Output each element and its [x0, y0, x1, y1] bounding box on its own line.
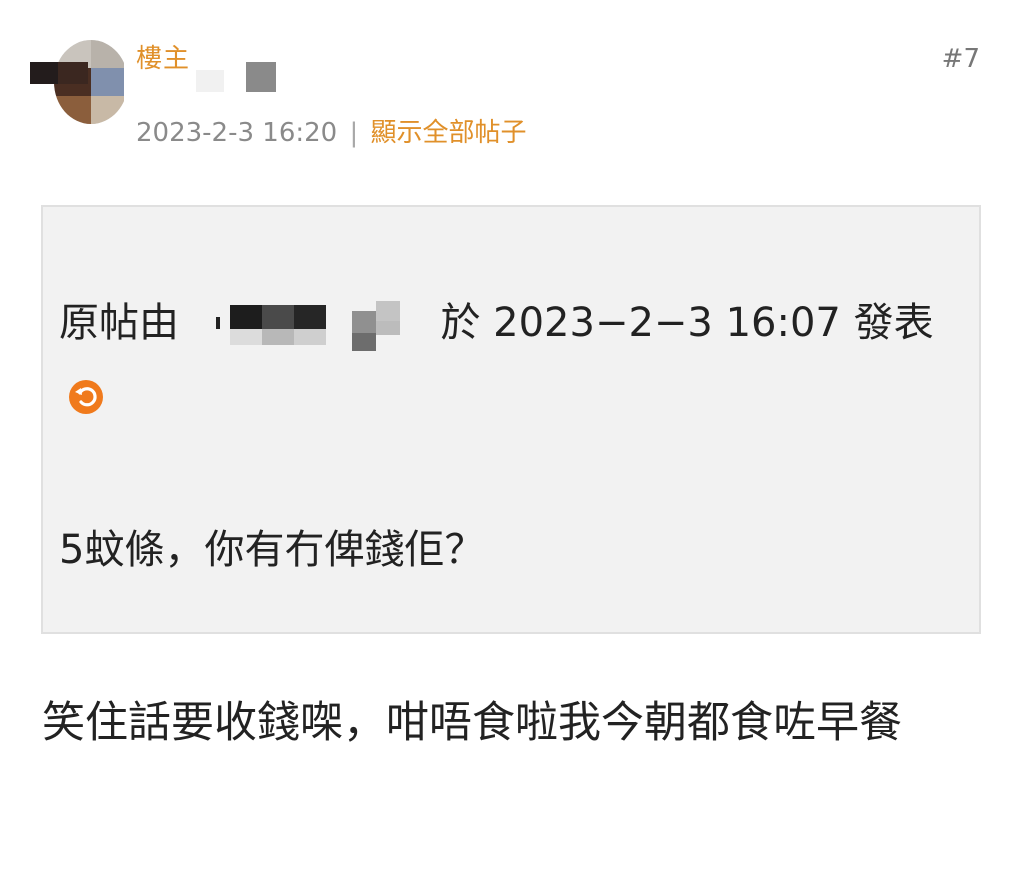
post-number[interactable]: #7 [942, 44, 980, 74]
quote-prefix: 原帖由 [59, 300, 179, 346]
username-redaction [196, 70, 224, 92]
circular-arrow-icon[interactable] [69, 380, 103, 414]
quote-box: 原帖由 於 2023−2−3 16:07 發表 5蚊條，你有冇俾錢佢？ [41, 205, 981, 634]
username[interactable]: 樓主 [136, 38, 190, 75]
show-all-posts-link[interactable]: 顯示全部帖子 [371, 118, 527, 148]
username-redaction [246, 62, 276, 92]
meta-separator: | [349, 118, 359, 148]
post-timestamp: 2023-2-3 16:20 [136, 118, 338, 148]
avatar[interactable] [30, 40, 124, 124]
quoted-author-redaction [192, 301, 428, 351]
quote-posted-at: 於 2023−2−3 16:07 發表 [440, 300, 934, 346]
forum-post: 樓主 #7 2023-2-3 16:20 | 顯示全部帖子 原帖由 於 2023… [0, 0, 1024, 883]
post-meta: 2023-2-3 16:20 | 顯示全部帖子 [136, 112, 527, 149]
reply-text: 笑住話要收錢㗎，咁唔食啦我今朝都食咗早餐 [42, 698, 902, 748]
quote-header: 原帖由 於 2023−2−3 16:07 發表 [59, 285, 949, 437]
quote-body: 5蚊條，你有冇俾錢佢？ [59, 527, 485, 573]
